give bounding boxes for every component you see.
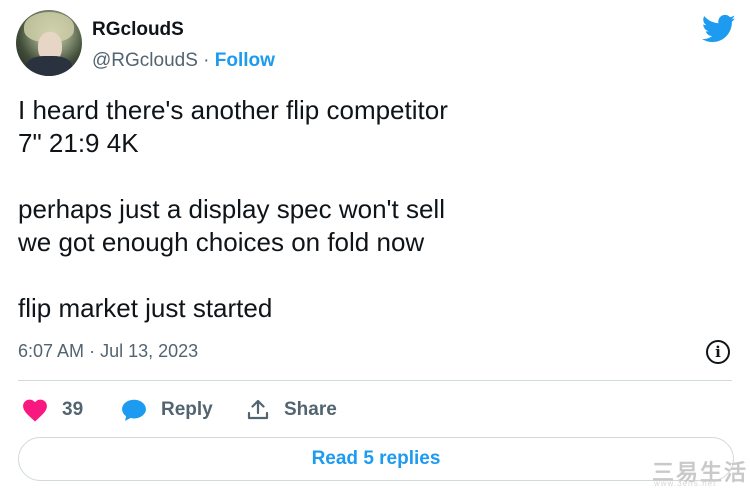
share-upload-icon — [247, 399, 269, 420]
action-bar: 39 Reply Share — [18, 395, 732, 425]
tweet-time[interactable]: 6:07 AM — [18, 341, 84, 361]
tweet-header: RGcloudS @RGcloudS · Follow — [16, 10, 736, 80]
like-count: 39 — [62, 399, 84, 420]
share-button[interactable]: Share — [246, 395, 337, 425]
read-replies-button[interactable]: Read 5 replies — [18, 437, 734, 481]
watermark-subtext: www.3eifs.net — [654, 479, 717, 488]
user-handle[interactable]: @RGcloudS — [92, 50, 198, 71]
info-icon[interactable]: i — [706, 340, 730, 364]
speech-bubble-icon — [122, 399, 146, 421]
meta-separator: · — [89, 341, 96, 361]
tweet-date[interactable]: Jul 13, 2023 — [100, 341, 198, 361]
tweet-text: I heard there's another flip competitor … — [18, 95, 448, 323]
like-button[interactable]: 39 — [22, 395, 83, 425]
watermark-logo: 三易生活 www.3eifs.net — [652, 455, 748, 489]
heart-icon — [23, 399, 47, 422]
tweet-meta: 6:07 AM · Jul 13, 2023 — [18, 341, 198, 362]
handle-row: @RGcloudS · Follow — [92, 50, 275, 72]
follow-button[interactable]: Follow — [215, 50, 275, 71]
avatar-body — [26, 56, 72, 76]
reply-label: Reply — [161, 399, 213, 420]
reply-button[interactable]: Reply — [121, 395, 213, 425]
share-label: Share — [284, 399, 337, 420]
avatar[interactable] — [16, 10, 82, 76]
handle-separator: · — [203, 50, 210, 71]
twitter-bird-icon[interactable] — [702, 14, 736, 44]
user-name[interactable]: RGcloudS — [92, 19, 184, 41]
divider — [18, 380, 732, 381]
